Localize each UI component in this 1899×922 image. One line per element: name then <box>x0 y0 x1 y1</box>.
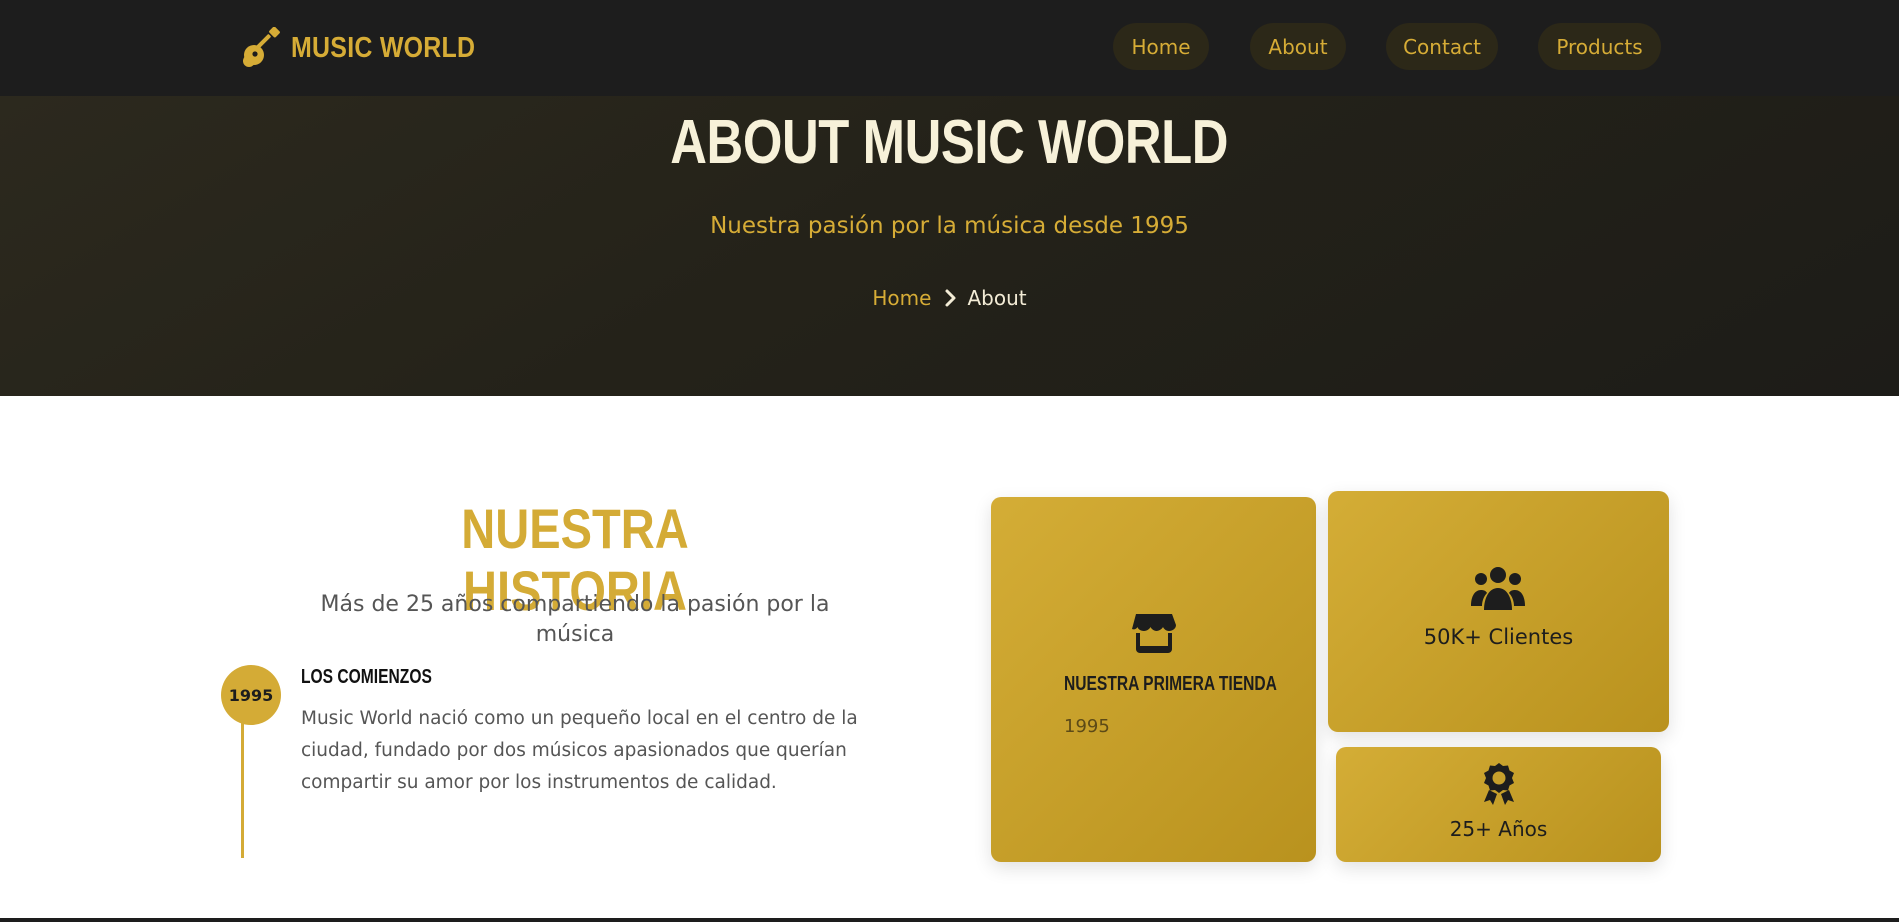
timeline-year-badge: 1995 <box>221 665 281 725</box>
nav-about-link[interactable]: About <box>1250 23 1346 70</box>
breadcrumb-current: About <box>967 286 1027 310</box>
nav-contact-link[interactable]: Contact <box>1386 23 1498 70</box>
history-subtitle: Más de 25 años compartiendo la pasión po… <box>320 592 830 647</box>
first-store-year: 1995 <box>1064 716 1110 737</box>
clients-label: 50K+ Clientes <box>1423 625 1574 649</box>
timeline-heading: LOS COMIENZOS <box>301 666 432 688</box>
store-icon <box>1132 614 1176 653</box>
breadcrumb: Home About <box>0 286 1899 310</box>
page-title: ABOUT MUSIC WORLD <box>0 112 1899 174</box>
nav-products-link[interactable]: Products <box>1538 23 1661 70</box>
footer-edge <box>0 918 1899 922</box>
first-store-card: NUESTRA PRIMERA TIENDA 1995 <box>991 497 1316 862</box>
page-title-text: ABOUT MUSIC WORLD <box>670 108 1229 177</box>
years-label: 25+ Años <box>1449 817 1548 841</box>
clients-card: 50K+ Clientes <box>1328 491 1669 732</box>
nav-home-link[interactable]: Home <box>1113 23 1209 70</box>
guitar-icon <box>243 27 280 67</box>
hero-subtitle: Nuestra pasión por la música desde 1995 <box>710 213 1189 239</box>
breadcrumb-home-link[interactable]: Home <box>872 286 931 310</box>
award-icon <box>1484 763 1514 805</box>
brand-name: MUSIC WORLD <box>291 31 476 64</box>
first-store-title: NUESTRA PRIMERA TIENDA <box>1064 673 1277 695</box>
years-card: 25+ Años <box>1336 747 1661 862</box>
users-icon <box>1471 567 1525 610</box>
timeline-text: Music World nació como un pequeño local … <box>301 708 858 793</box>
navbar: MUSIC WORLD Home About Contact Products <box>0 0 1899 96</box>
chevron-right-icon <box>945 289 956 307</box>
brand-logo[interactable]: MUSIC WORLD <box>240 24 505 72</box>
